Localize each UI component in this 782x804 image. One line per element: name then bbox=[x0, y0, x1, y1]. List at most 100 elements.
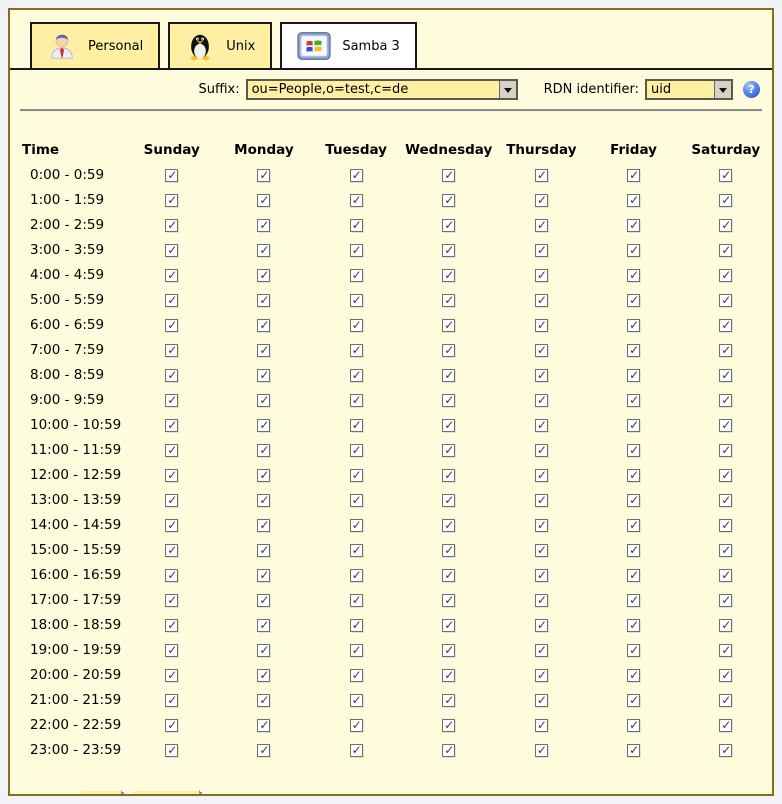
day-checkbox[interactable] bbox=[350, 519, 363, 532]
day-checkbox[interactable] bbox=[442, 669, 455, 682]
day-checkbox[interactable] bbox=[350, 444, 363, 457]
day-checkbox[interactable] bbox=[350, 169, 363, 182]
day-checkbox[interactable] bbox=[442, 519, 455, 532]
day-checkbox[interactable] bbox=[535, 719, 548, 732]
day-checkbox[interactable] bbox=[535, 269, 548, 282]
day-checkbox[interactable] bbox=[627, 294, 640, 307]
day-checkbox[interactable] bbox=[350, 244, 363, 257]
day-checkbox[interactable] bbox=[535, 694, 548, 707]
day-checkbox[interactable] bbox=[719, 569, 732, 582]
day-checkbox[interactable] bbox=[442, 419, 455, 432]
day-checkbox[interactable] bbox=[350, 594, 363, 607]
day-checkbox[interactable] bbox=[350, 644, 363, 657]
day-checkbox[interactable] bbox=[535, 394, 548, 407]
day-checkbox[interactable] bbox=[165, 619, 178, 632]
day-checkbox[interactable] bbox=[535, 344, 548, 357]
day-checkbox[interactable] bbox=[257, 719, 270, 732]
day-checkbox[interactable] bbox=[350, 469, 363, 482]
day-checkbox[interactable] bbox=[442, 194, 455, 207]
day-checkbox[interactable] bbox=[165, 344, 178, 357]
day-checkbox[interactable] bbox=[257, 519, 270, 532]
day-checkbox[interactable] bbox=[627, 519, 640, 532]
day-checkbox[interactable] bbox=[719, 169, 732, 182]
day-checkbox[interactable] bbox=[442, 369, 455, 382]
day-checkbox[interactable] bbox=[442, 269, 455, 282]
day-checkbox[interactable] bbox=[627, 194, 640, 207]
ok-button[interactable]: Ok bbox=[80, 790, 122, 796]
day-checkbox[interactable] bbox=[442, 219, 455, 232]
day-checkbox[interactable] bbox=[350, 744, 363, 757]
day-checkbox[interactable] bbox=[719, 744, 732, 757]
day-checkbox[interactable] bbox=[442, 719, 455, 732]
day-checkbox[interactable] bbox=[165, 419, 178, 432]
day-checkbox[interactable] bbox=[257, 569, 270, 582]
day-checkbox[interactable] bbox=[257, 419, 270, 432]
day-checkbox[interactable] bbox=[535, 194, 548, 207]
day-checkbox[interactable] bbox=[627, 544, 640, 557]
day-checkbox[interactable] bbox=[165, 519, 178, 532]
day-checkbox[interactable] bbox=[257, 319, 270, 332]
day-checkbox[interactable] bbox=[719, 544, 732, 557]
day-checkbox[interactable] bbox=[719, 369, 732, 382]
day-checkbox[interactable] bbox=[719, 669, 732, 682]
day-checkbox[interactable] bbox=[442, 344, 455, 357]
day-checkbox[interactable] bbox=[165, 444, 178, 457]
day-checkbox[interactable] bbox=[257, 494, 270, 507]
day-checkbox[interactable] bbox=[257, 194, 270, 207]
day-checkbox[interactable] bbox=[257, 469, 270, 482]
day-checkbox[interactable] bbox=[535, 744, 548, 757]
day-checkbox[interactable] bbox=[442, 744, 455, 757]
day-checkbox[interactable] bbox=[535, 419, 548, 432]
day-checkbox[interactable] bbox=[257, 244, 270, 257]
day-checkbox[interactable] bbox=[535, 569, 548, 582]
day-checkbox[interactable] bbox=[442, 594, 455, 607]
day-checkbox[interactable] bbox=[165, 569, 178, 582]
day-checkbox[interactable] bbox=[627, 319, 640, 332]
day-checkbox[interactable] bbox=[535, 219, 548, 232]
day-checkbox[interactable] bbox=[627, 669, 640, 682]
day-checkbox[interactable] bbox=[442, 319, 455, 332]
day-checkbox[interactable] bbox=[257, 744, 270, 757]
day-checkbox[interactable] bbox=[627, 619, 640, 632]
day-checkbox[interactable] bbox=[535, 669, 548, 682]
day-checkbox[interactable] bbox=[165, 469, 178, 482]
day-checkbox[interactable] bbox=[627, 219, 640, 232]
day-checkbox[interactable] bbox=[165, 644, 178, 657]
day-checkbox[interactable] bbox=[719, 694, 732, 707]
day-checkbox[interactable] bbox=[627, 494, 640, 507]
cancel-button[interactable]: Cancel bbox=[132, 790, 200, 796]
day-checkbox[interactable] bbox=[257, 219, 270, 232]
day-checkbox[interactable] bbox=[442, 569, 455, 582]
day-checkbox[interactable] bbox=[719, 394, 732, 407]
day-checkbox[interactable] bbox=[535, 594, 548, 607]
day-checkbox[interactable] bbox=[257, 294, 270, 307]
day-checkbox[interactable] bbox=[350, 294, 363, 307]
tab-personal[interactable]: Personal bbox=[30, 22, 160, 68]
day-checkbox[interactable] bbox=[165, 669, 178, 682]
day-checkbox[interactable] bbox=[442, 544, 455, 557]
day-checkbox[interactable] bbox=[165, 269, 178, 282]
day-checkbox[interactable] bbox=[627, 694, 640, 707]
day-checkbox[interactable] bbox=[627, 744, 640, 757]
suffix-select[interactable]: ou=People,o=test,c=de bbox=[246, 79, 518, 100]
day-checkbox[interactable] bbox=[535, 644, 548, 657]
day-checkbox[interactable] bbox=[627, 469, 640, 482]
day-checkbox[interactable] bbox=[165, 369, 178, 382]
day-checkbox[interactable] bbox=[442, 244, 455, 257]
day-checkbox[interactable] bbox=[627, 344, 640, 357]
day-checkbox[interactable] bbox=[350, 719, 363, 732]
day-checkbox[interactable] bbox=[442, 169, 455, 182]
day-checkbox[interactable] bbox=[350, 494, 363, 507]
day-checkbox[interactable] bbox=[442, 444, 455, 457]
day-checkbox[interactable] bbox=[719, 519, 732, 532]
day-checkbox[interactable] bbox=[627, 444, 640, 457]
day-checkbox[interactable] bbox=[719, 344, 732, 357]
day-checkbox[interactable] bbox=[719, 219, 732, 232]
day-checkbox[interactable] bbox=[257, 544, 270, 557]
day-checkbox[interactable] bbox=[165, 319, 178, 332]
day-checkbox[interactable] bbox=[350, 269, 363, 282]
day-checkbox[interactable] bbox=[719, 494, 732, 507]
day-checkbox[interactable] bbox=[350, 369, 363, 382]
day-checkbox[interactable] bbox=[350, 419, 363, 432]
tab-unix[interactable]: Unix bbox=[168, 22, 272, 68]
